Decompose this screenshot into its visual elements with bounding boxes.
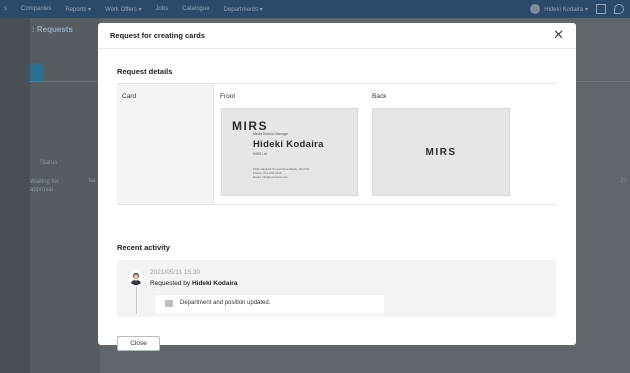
comment-text: Department and position updated. (180, 300, 271, 306)
card-front-preview[interactable]: MIRS Media Division Manager Hideki Kodai… (221, 108, 358, 196)
comment-icon (165, 300, 173, 307)
nav-item[interactable]: Departments ▾ (224, 6, 263, 13)
user-avatar-icon (129, 271, 143, 285)
request-details-title: Request details (117, 67, 173, 76)
activity-item: 2021/05/11 15:30 Requested by Hideki Kod… (117, 260, 556, 317)
table-cell-fragment: ka (89, 178, 96, 184)
request-details-table: Card Front Back MIRS Media Division Mana… (117, 83, 556, 205)
request-modal: Request for creating cards ✕ Request det… (98, 23, 576, 351)
card-role: Media Division Manager (253, 132, 289, 136)
app-user-area: Hideki Kodaira ▾ (530, 0, 624, 18)
nav-item[interactable]: Work Offers ▾ (105, 6, 141, 13)
table-cell-fragment: 20 (620, 178, 627, 184)
card-email: Email: info@example.com (253, 175, 288, 180)
recent-activity-title: Recent activity (117, 243, 170, 252)
modal-title: Request for creating cards (110, 31, 206, 40)
nav-item[interactable]: Reports ▾ (65, 6, 91, 13)
activity-actor: Hideki Kodaira (191, 280, 238, 287)
timeline-line (136, 287, 137, 314)
card-logo: MIRS (232, 119, 268, 133)
card-back-logo: MIRS (425, 147, 457, 158)
back-label: Back (372, 93, 387, 100)
card-row-label: Card (122, 93, 137, 100)
app-top-nav: s Companies Reports ▾ Work Offers ▾ Jobs… (0, 0, 277, 18)
nav-item[interactable]: Companies (21, 6, 51, 12)
user-menu[interactable]: Hideki Kodaira ▾ (544, 6, 588, 13)
front-label: Front (220, 93, 236, 100)
page-title: : Requests (32, 25, 73, 34)
modal-header: Request for creating cards ✕ (98, 23, 576, 49)
status-value: Waiting for approval (30, 179, 59, 193)
activity-description: Requested by Hideki Kodaira (150, 280, 237, 287)
card-name: Hideki Kodaira (253, 139, 324, 150)
card-contact: 1961 Hayfield Sunset Road Back, 00-0711 … (253, 167, 353, 180)
status-column-header: Status (40, 160, 58, 166)
chat-icon[interactable] (614, 4, 624, 14)
nav-item[interactable]: s (4, 6, 7, 12)
nav-item[interactable]: Jobs (156, 6, 169, 12)
card-company: MIRS Ltd. (253, 152, 268, 156)
active-tab[interactable] (30, 63, 44, 81)
nav-item[interactable]: Catalogue (182, 6, 209, 12)
close-button[interactable]: Close (117, 336, 160, 351)
close-icon[interactable]: ✕ (553, 28, 564, 42)
card-back-preview[interactable]: MIRS (372, 108, 510, 196)
activity-action: Requested by (150, 280, 191, 287)
activity-timestamp: 2021/05/11 15:30 (150, 269, 201, 276)
grid-icon[interactable] (596, 4, 606, 14)
user-avatar-icon[interactable] (530, 4, 541, 14)
details-label-column: Card (117, 84, 214, 204)
activity-comment: Department and position updated. (155, 295, 384, 313)
